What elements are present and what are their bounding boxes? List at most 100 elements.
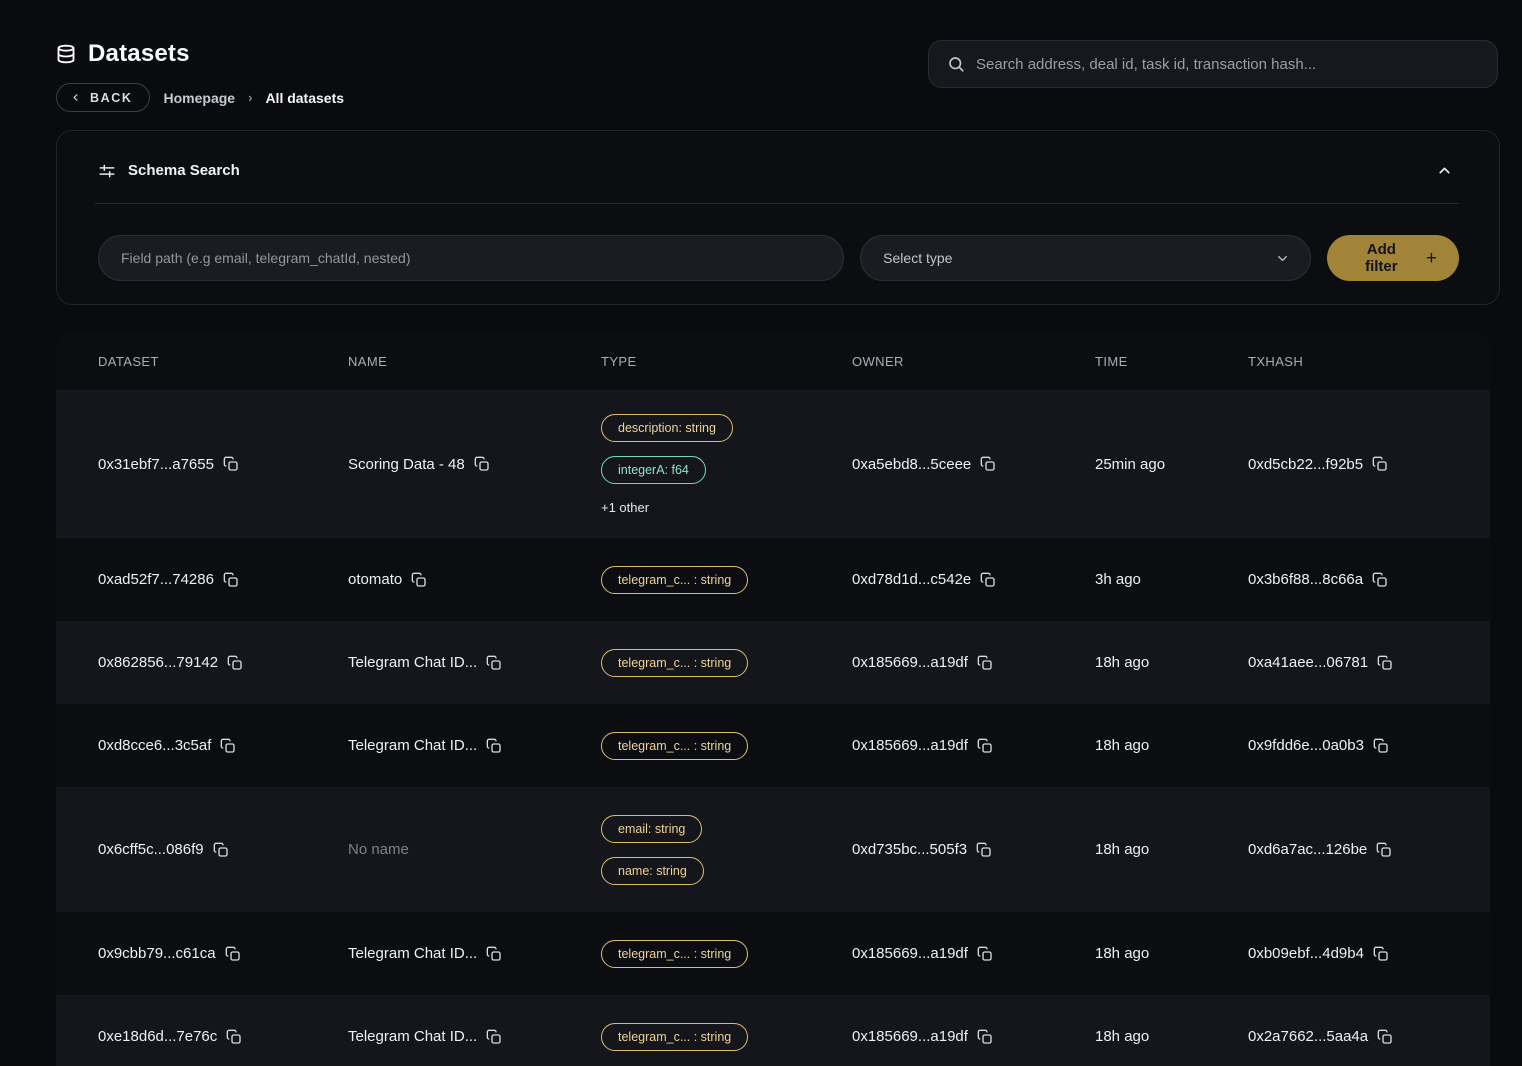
type-badge: email: string <box>601 815 702 843</box>
owner-address: 0xd735bc...505f3 <box>852 841 967 858</box>
database-icon <box>56 43 76 65</box>
datasets-page: Datasets BACK Homepage › All datasets <box>0 0 1522 1066</box>
type-select-value: Select type <box>883 250 952 266</box>
owner-address: 0x185669...a19df <box>852 737 968 754</box>
copy-icon[interactable] <box>977 655 993 671</box>
add-filter-label: Add filter <box>1349 241 1414 275</box>
copy-icon[interactable] <box>411 572 427 588</box>
search-input[interactable] <box>976 56 1479 73</box>
type-badge: name: string <box>601 857 704 885</box>
copy-icon[interactable] <box>486 1029 502 1045</box>
table-row[interactable]: 0x6cff5c...086f9 No name email: string n… <box>56 787 1490 912</box>
collapse-panel-button[interactable] <box>1432 158 1457 183</box>
copy-icon[interactable] <box>1373 738 1389 754</box>
time-ago: 25min ago <box>1095 456 1165 473</box>
dataset-id: 0xad52f7...74286 <box>98 571 214 588</box>
copy-icon[interactable] <box>223 456 239 472</box>
plus-icon: + <box>1426 249 1437 268</box>
copy-icon[interactable] <box>486 738 502 754</box>
copy-icon[interactable] <box>977 738 993 754</box>
title-block: Datasets BACK Homepage › All datasets <box>56 40 344 112</box>
search-icon <box>947 55 965 73</box>
col-txhash: TXHASH <box>1248 354 1490 369</box>
copy-icon[interactable] <box>1376 842 1392 858</box>
copy-icon[interactable] <box>1372 456 1388 472</box>
tx-hash: 0x9fdd6e...0a0b3 <box>1248 737 1364 754</box>
schema-panel-header: Schema Search <box>57 131 1499 183</box>
time-ago: 18h ago <box>1095 841 1149 858</box>
copy-icon[interactable] <box>1372 572 1388 588</box>
copy-icon[interactable] <box>980 456 996 472</box>
copy-icon[interactable] <box>220 738 236 754</box>
copy-icon[interactable] <box>213 842 229 858</box>
table-row[interactable]: 0x9cbb79...c61ca Telegram Chat ID... tel… <box>56 912 1490 995</box>
dataset-name: Telegram Chat ID... <box>348 737 477 754</box>
time-ago: 18h ago <box>1095 945 1149 962</box>
owner-address: 0x185669...a19df <box>852 1028 968 1045</box>
type-badge: telegram_c... : string <box>601 940 748 968</box>
dataset-id: 0xe18d6d...7e76c <box>98 1028 217 1045</box>
type-badge: integerA: f64 <box>601 456 706 484</box>
dataset-id: 0x31ebf7...a7655 <box>98 456 214 473</box>
copy-icon[interactable] <box>977 946 993 962</box>
owner-address: 0xa5ebd8...5ceee <box>852 456 971 473</box>
add-filter-button[interactable]: Add filter + <box>1327 235 1459 281</box>
copy-icon[interactable] <box>226 1029 242 1045</box>
chevron-down-icon <box>1275 251 1290 266</box>
datasets-table: DATASET NAME TYPE OWNER TIME TXHASH 0x31… <box>56 332 1490 1066</box>
tx-hash: 0xa41aee...06781 <box>1248 654 1368 671</box>
col-name: NAME <box>348 354 601 369</box>
time-ago: 18h ago <box>1095 1028 1149 1045</box>
dataset-name: No name <box>348 841 409 858</box>
copy-icon[interactable] <box>980 572 996 588</box>
copy-icon[interactable] <box>977 1029 993 1045</box>
chevron-left-icon <box>70 92 81 103</box>
owner-address: 0x185669...a19df <box>852 945 968 962</box>
type-badge: telegram_c... : string <box>601 732 748 760</box>
schema-search-title: Schema Search <box>128 162 240 179</box>
table-header: DATASET NAME TYPE OWNER TIME TXHASH <box>56 332 1490 390</box>
time-ago: 18h ago <box>1095 737 1149 754</box>
col-time: TIME <box>1095 354 1248 369</box>
type-badge: description: string <box>601 414 733 442</box>
copy-icon[interactable] <box>227 655 243 671</box>
type-select[interactable]: Select type <box>860 235 1311 281</box>
dataset-id: 0x6cff5c...086f9 <box>98 841 204 858</box>
col-dataset: DATASET <box>98 354 348 369</box>
copy-icon[interactable] <box>1377 1029 1393 1045</box>
copy-icon[interactable] <box>1373 946 1389 962</box>
top-bar: Datasets BACK Homepage › All datasets <box>0 0 1522 112</box>
nav-row: BACK Homepage › All datasets <box>56 83 344 112</box>
table-row[interactable]: 0x862856...79142 Telegram Chat ID... tel… <box>56 621 1490 704</box>
breadcrumb-current: All datasets <box>265 90 344 106</box>
table-row[interactable]: 0xad52f7...74286 otomato telegram_c... :… <box>56 538 1490 621</box>
breadcrumb: Homepage › All datasets <box>164 90 345 106</box>
dataset-id: 0xd8cce6...3c5af <box>98 737 211 754</box>
field-path-input[interactable] <box>98 235 844 281</box>
back-button[interactable]: BACK <box>56 83 150 112</box>
breadcrumb-homepage[interactable]: Homepage <box>164 90 236 106</box>
table-row[interactable]: 0xd8cce6...3c5af Telegram Chat ID... tel… <box>56 704 1490 787</box>
type-badge: telegram_c... : string <box>601 649 748 677</box>
copy-icon[interactable] <box>486 946 502 962</box>
breadcrumb-separator-icon: › <box>248 90 252 105</box>
copy-icon[interactable] <box>976 842 992 858</box>
tx-hash: 0x3b6f88...8c66a <box>1248 571 1363 588</box>
copy-icon[interactable] <box>1377 655 1393 671</box>
table-row[interactable]: 0x31ebf7...a7655 Scoring Data - 48 descr… <box>56 390 1490 538</box>
copy-icon[interactable] <box>486 655 502 671</box>
dataset-name: Scoring Data - 48 <box>348 456 465 473</box>
copy-icon[interactable] <box>474 456 490 472</box>
copy-icon[interactable] <box>223 572 239 588</box>
table-row[interactable]: 0xe18d6d...7e76c Telegram Chat ID... tel… <box>56 995 1490 1066</box>
dataset-name: Telegram Chat ID... <box>348 945 477 962</box>
more-types-label: +1 other <box>601 500 649 515</box>
schema-search-panel: Schema Search Select type Add filter + <box>56 130 1500 305</box>
time-ago: 18h ago <box>1095 654 1149 671</box>
tx-hash: 0x2a7662...5aa4a <box>1248 1028 1368 1045</box>
copy-icon[interactable] <box>225 946 241 962</box>
dataset-name: otomato <box>348 571 402 588</box>
type-badge: telegram_c... : string <box>601 1023 748 1051</box>
tx-hash: 0xb09ebf...4d9b4 <box>1248 945 1364 962</box>
global-search[interactable] <box>928 40 1498 88</box>
